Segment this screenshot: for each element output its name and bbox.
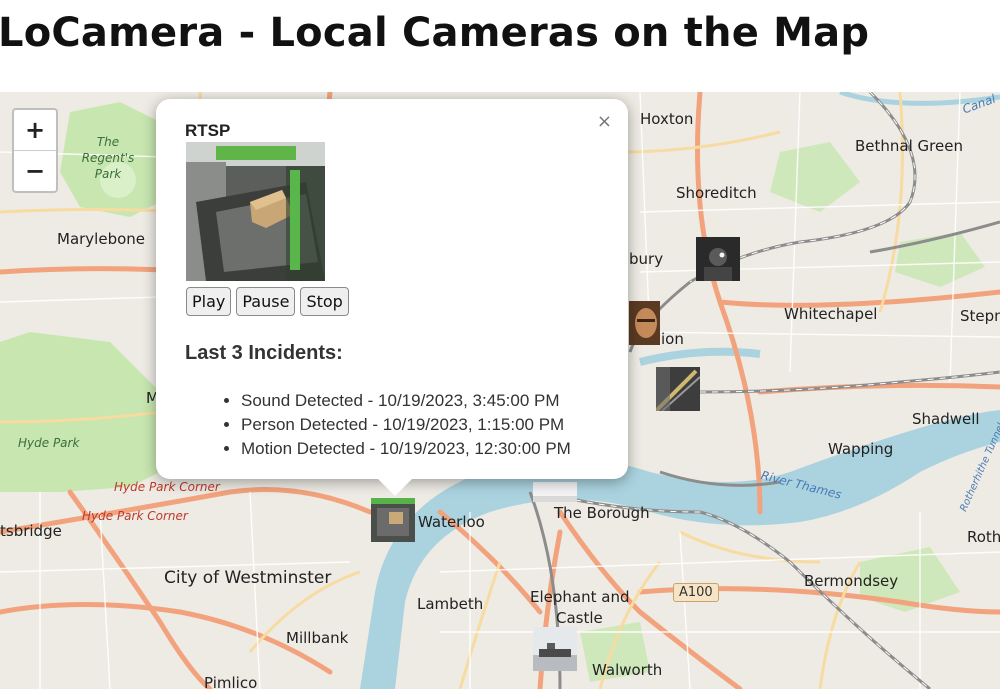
map-label-bury-fragment: bury [629,250,664,268]
map-label-millbank: Millbank [286,629,349,647]
road-shield-a100: A100 [673,583,719,602]
map-label-shadwell: Shadwell [912,410,980,428]
map-label-city-of-westminster: City of Westminster [164,568,332,588]
map-label-walworth: Walworth [592,661,663,679]
zoom-in-button[interactable]: + [14,110,56,150]
map[interactable]: Hoxton Shoreditch Bethnal Green Whitecha… [0,92,1000,689]
zoom-control: + − [12,108,58,193]
map-label-elephant-and-castle-2: Castle [556,609,603,627]
map-label-hyde-park-corner-2: Hyde Park Corner [82,509,188,523]
playback-controls: Play Pause Stop [186,287,349,316]
map-label-knightsbridge: tsbridge [0,522,62,540]
pause-button[interactable]: Pause [236,287,296,316]
map-label-lambeth: Lambeth [417,595,484,613]
map-label-pimlico: Pimlico [204,674,258,689]
camera-popup: × RTSP Play Pause Stop Last 3 Incidents: [156,99,628,496]
camera-preview-video[interactable] [186,142,325,281]
map-label-bermondsey: Bermondsey [804,572,899,590]
popup-tip [378,479,412,496]
map-label-hyde-park: Hyde Park [18,436,80,450]
camera-marker-rtsp[interactable] [371,498,415,542]
camera-name: RTSP [185,121,231,140]
map-label-regents-park: The Regent's Park [81,135,135,181]
page-title: LoCamera - Local Cameras on the Map [0,10,870,56]
map-label-stepney: Stepn [960,307,1000,325]
map-label-marylebone: Marylebone [57,230,146,248]
incident-item: Sound Detected - 10/19/2023, 3:45:00 PM [241,389,571,413]
incident-item: Motion Detected - 10/19/2023, 12:30:00 P… [241,437,571,461]
map-label-shoreditch: Shoreditch [676,184,757,202]
map-label-hyde-park-corner-1: Hyde Park Corner [114,480,220,494]
camera-marker-shoreditch[interactable] [696,237,740,281]
camera-marker-face[interactable] [629,301,660,345]
camera-marker-borough[interactable] [533,482,577,502]
map-label-bethnal-green: Bethnal Green [855,137,963,155]
popup-close-button[interactable]: × [597,111,612,132]
map-label-elephant-and-castle-1: Elephant and [530,588,630,606]
incidents-title: Last 3 Incidents: [185,342,343,364]
zoom-out-button[interactable]: − [14,150,56,191]
incident-list: Sound Detected - 10/19/2023, 3:45:00 PM … [225,389,571,461]
map-label-the-borough: The Borough [554,504,650,522]
map-label-whitechapel: Whitechapel [784,305,878,323]
incident-item: Person Detected - 10/19/2023, 1:15:00 PM [241,413,571,437]
map-label-waterloo: Waterloo [418,513,485,531]
map-label-rotherhithe: Roth [967,528,1000,546]
play-button[interactable]: Play [186,287,232,316]
stop-button[interactable]: Stop [300,287,349,316]
camera-marker-elephant[interactable] [533,627,577,671]
map-label-wapping: Wapping [828,440,894,458]
map-label-hoxton: Hoxton [640,110,694,128]
map-label-ion-fragment: ion [661,330,684,348]
camera-marker-rail[interactable] [656,367,700,411]
